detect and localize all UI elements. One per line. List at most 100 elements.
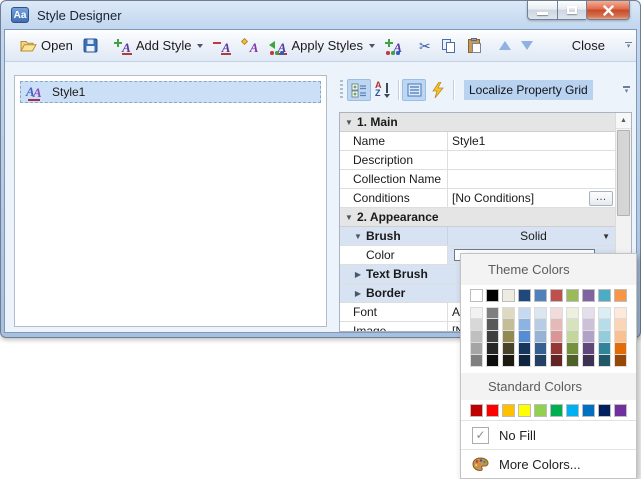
scroll-up-button[interactable]: ▲ (616, 113, 631, 129)
no-fill-checkbox[interactable]: ✓ (472, 427, 489, 444)
close-button[interactable] (586, 1, 630, 20)
property-toolbar-overflow-button[interactable]: ▾ (623, 86, 630, 94)
theme-variant-swatch[interactable] (486, 355, 499, 367)
theme-variant-swatch[interactable] (550, 319, 563, 331)
theme-variant-swatch[interactable] (486, 307, 499, 319)
theme-color-swatch[interactable] (470, 289, 483, 302)
apply-styles-button[interactable]: A Apply Styles (264, 35, 380, 57)
property-row-collection-name[interactable]: Collection Name (340, 170, 615, 189)
theme-color-swatch[interactable] (518, 289, 531, 302)
theme-variant-swatch[interactable] (550, 331, 563, 343)
theme-variant-swatch[interactable] (598, 307, 611, 319)
edit-style-button[interactable]: A (236, 35, 264, 57)
expander-icon[interactable]: ▼ (344, 213, 354, 222)
theme-color-swatch[interactable] (582, 289, 595, 302)
theme-variant-swatch[interactable] (614, 331, 627, 343)
standard-color-swatch[interactable] (534, 404, 547, 417)
property-value[interactable]: Style1 (452, 134, 485, 148)
expander-icon[interactable]: ▼ (344, 118, 354, 127)
theme-variant-swatch[interactable] (550, 343, 563, 355)
save-button[interactable] (78, 35, 103, 56)
theme-variant-swatch[interactable] (614, 355, 627, 367)
standard-color-swatch[interactable] (518, 404, 531, 417)
copy-button[interactable] (436, 35, 462, 57)
standard-color-swatch[interactable] (502, 404, 515, 417)
property-value[interactable]: [No Conditions] (452, 191, 534, 205)
theme-variant-swatch[interactable] (470, 355, 483, 367)
theme-variant-swatch[interactable] (502, 355, 515, 367)
subcategory-row-brush[interactable]: ▼ Brush Solid ▼ (340, 227, 615, 246)
theme-variant-swatch[interactable] (566, 331, 579, 343)
theme-variant-swatch[interactable] (566, 343, 579, 355)
theme-variant-swatch[interactable] (566, 355, 579, 367)
localize-property-grid-button[interactable]: Localize Property Grid (464, 80, 593, 100)
theme-variant-swatch[interactable] (582, 319, 595, 331)
sort-alphabetical-button[interactable]: AZ (371, 79, 395, 101)
theme-variant-swatch[interactable] (534, 319, 547, 331)
theme-variant-swatch[interactable] (566, 307, 579, 319)
theme-color-swatch[interactable] (614, 289, 627, 302)
delete-style-button[interactable]: A (208, 35, 236, 57)
open-button[interactable]: Open (15, 35, 78, 56)
theme-variant-swatch[interactable] (582, 307, 595, 319)
scrollbar-thumb[interactable] (617, 130, 630, 216)
theme-variant-swatch[interactable] (502, 331, 515, 343)
theme-variant-swatch[interactable] (582, 355, 595, 367)
theme-variant-swatch[interactable] (486, 331, 499, 343)
theme-variant-swatch[interactable] (470, 319, 483, 331)
standard-color-swatch[interactable] (486, 404, 499, 417)
theme-variant-swatch[interactable] (518, 355, 531, 367)
theme-variant-swatch[interactable] (518, 319, 531, 331)
theme-variant-swatch[interactable] (502, 319, 515, 331)
theme-variant-swatch[interactable] (550, 355, 563, 367)
no-fill-option[interactable]: ✓ No Fill (461, 420, 636, 449)
theme-variant-swatch[interactable] (598, 343, 611, 355)
move-up-button[interactable] (494, 38, 516, 53)
theme-variant-swatch[interactable] (470, 331, 483, 343)
expander-icon[interactable]: ▶ (353, 289, 363, 298)
add-style-button[interactable]: A Add Style (109, 35, 209, 57)
theme-variant-swatch[interactable] (582, 331, 595, 343)
property-row-description[interactable]: Description (340, 151, 615, 170)
theme-variant-swatch[interactable] (598, 331, 611, 343)
theme-variant-swatch[interactable] (518, 343, 531, 355)
brush-type-value[interactable]: Solid (520, 229, 547, 243)
style-list-item[interactable]: AA Style1 (20, 81, 321, 103)
theme-color-swatch[interactable] (534, 289, 547, 302)
theme-color-swatch[interactable] (550, 289, 563, 302)
theme-variant-swatch[interactable] (566, 319, 579, 331)
theme-variant-swatch[interactable] (502, 343, 515, 355)
events-button[interactable] (426, 79, 450, 101)
maximize-button[interactable] (557, 1, 586, 20)
move-down-button[interactable] (516, 38, 538, 53)
property-pages-button[interactable] (402, 79, 426, 101)
conditions-ellipsis-button[interactable]: … (589, 191, 613, 206)
category-row-main[interactable]: ▼ 1. Main (340, 113, 615, 132)
standard-color-swatch[interactable] (550, 404, 563, 417)
theme-variant-swatch[interactable] (534, 355, 547, 367)
theme-variant-swatch[interactable] (614, 307, 627, 319)
category-row-appearance[interactable]: ▼ 2. Appearance (340, 208, 615, 227)
standard-color-swatch[interactable] (566, 404, 579, 417)
theme-variant-swatch[interactable] (598, 319, 611, 331)
theme-variant-swatch[interactable] (582, 343, 595, 355)
categorized-view-button[interactable] (347, 79, 371, 101)
theme-variant-swatch[interactable] (470, 343, 483, 355)
theme-color-swatch[interactable] (598, 289, 611, 302)
style-list[interactable]: AA Style1 (14, 75, 327, 327)
theme-color-swatch[interactable] (566, 289, 579, 302)
theme-variant-swatch[interactable] (486, 343, 499, 355)
theme-variant-swatch[interactable] (534, 331, 547, 343)
cut-button[interactable]: ✂ (414, 36, 436, 56)
theme-variant-swatch[interactable] (502, 307, 515, 319)
theme-variant-swatch[interactable] (518, 307, 531, 319)
standard-color-swatch[interactable] (582, 404, 595, 417)
theme-variant-swatch[interactable] (614, 343, 627, 355)
property-row-conditions[interactable]: Conditions [No Conditions] … (340, 189, 615, 208)
paste-button[interactable] (462, 35, 488, 57)
standard-color-swatch[interactable] (614, 404, 627, 417)
expander-icon[interactable]: ▼ (353, 232, 363, 241)
theme-variant-swatch[interactable] (518, 331, 531, 343)
assign-style-button[interactable]: A (380, 35, 408, 57)
theme-variant-swatch[interactable] (470, 307, 483, 319)
